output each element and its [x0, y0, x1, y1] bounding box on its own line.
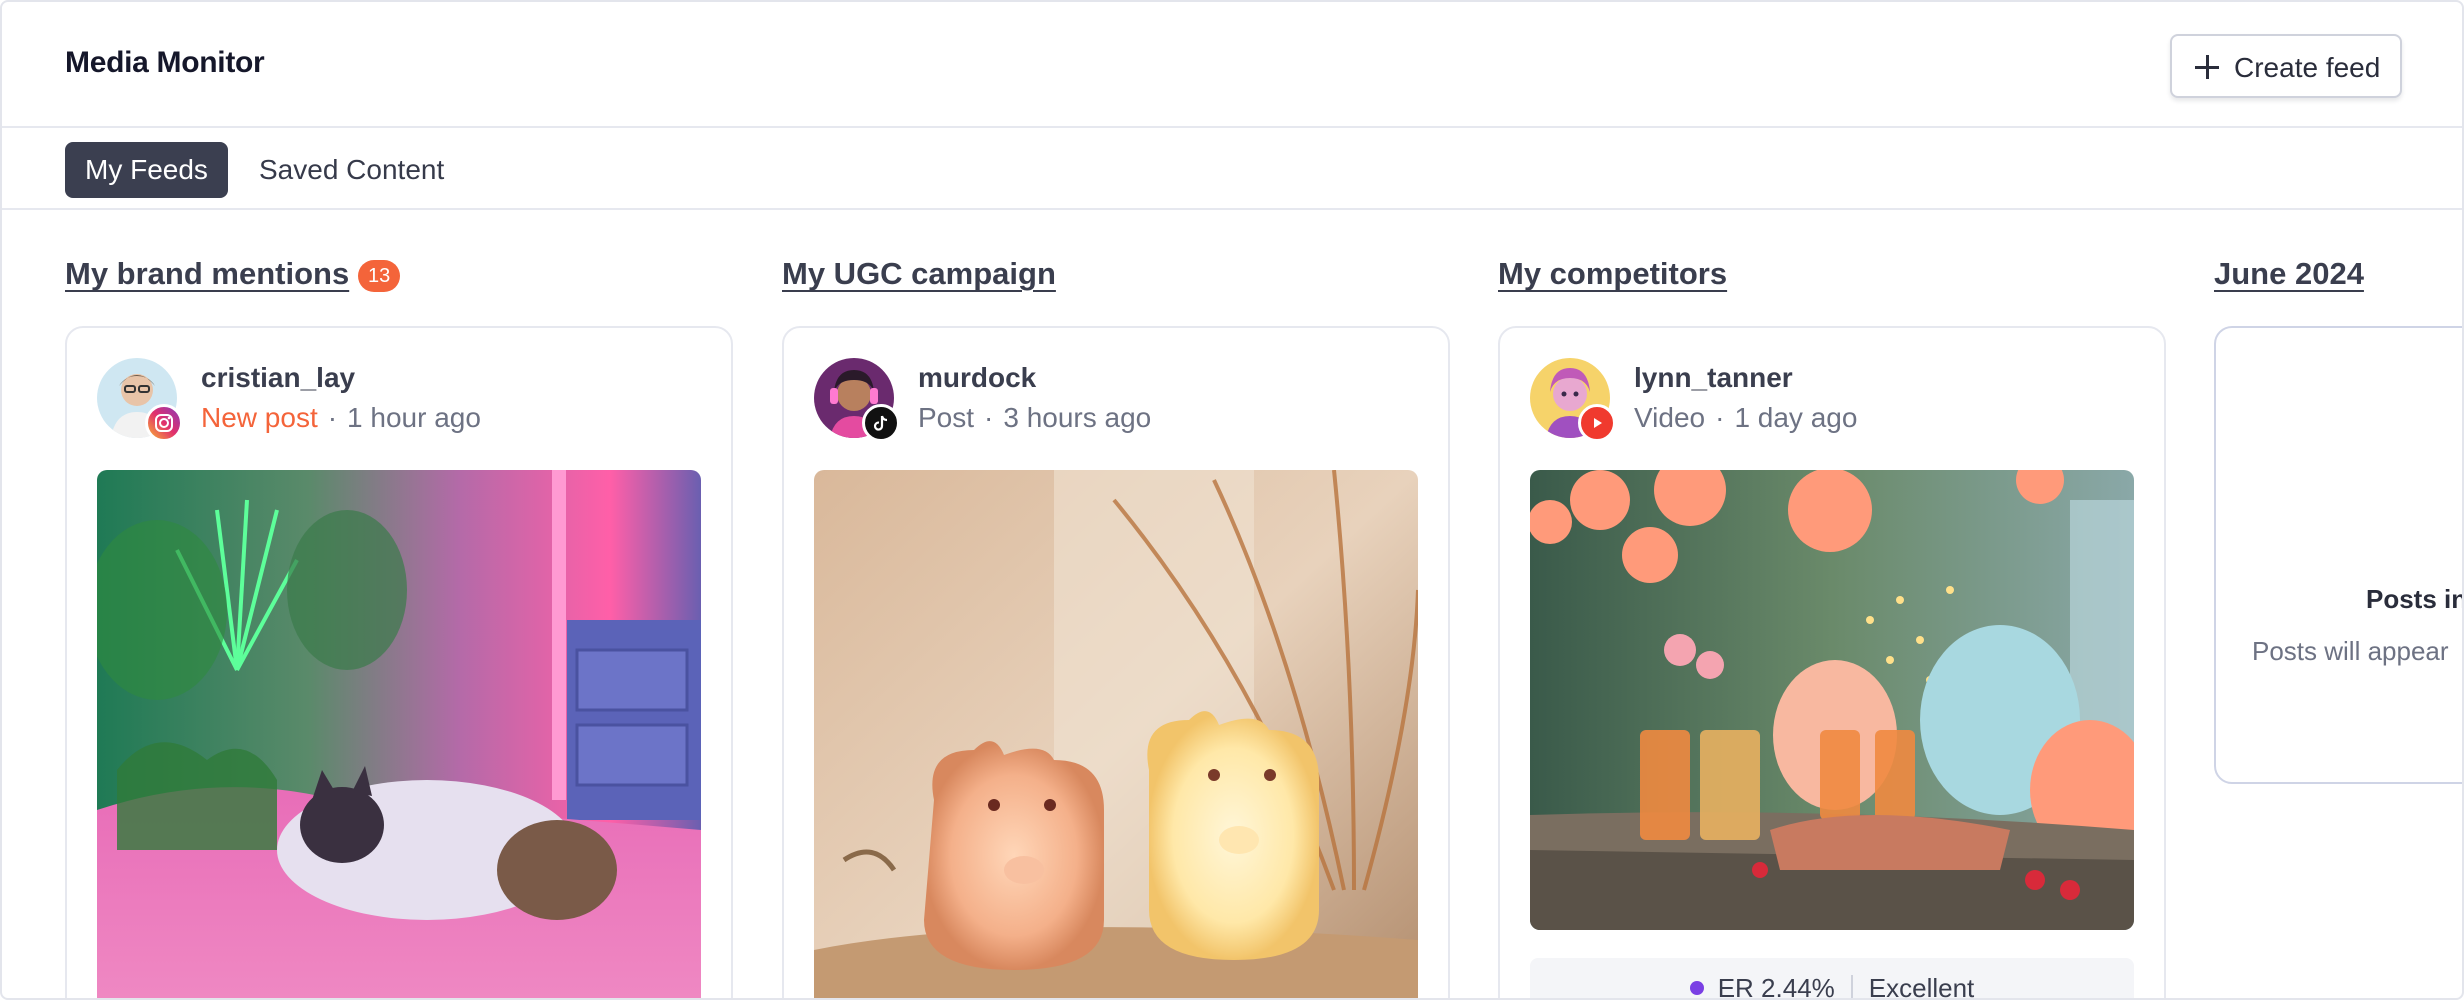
- post-username[interactable]: lynn_tanner: [1634, 362, 1793, 394]
- engagement-separator: [1850, 975, 1853, 998]
- post-time: 3 hours ago: [1003, 402, 1152, 433]
- post-type: Video: [1634, 402, 1706, 433]
- count-badge: 13: [358, 260, 401, 292]
- engagement-bar: ER 2.44% Excellent: [1530, 958, 2134, 1000]
- post-meta: Post · 3 hours ago: [918, 402, 1152, 433]
- plus-icon: [2194, 54, 2220, 80]
- empty-feed-message: Posts will appear: [2252, 636, 2449, 666]
- tab-bar: My Feeds Saved Content: [2, 128, 2462, 210]
- post-meta: New post · 1 hour ago: [201, 402, 481, 433]
- post-meta: Video · 1 day ago: [1634, 402, 1858, 433]
- tab-my-feeds[interactable]: My Feeds: [65, 142, 228, 198]
- youtube-icon: [1578, 404, 1616, 442]
- feed-title-june-2024[interactable]: June 2024: [2214, 256, 2364, 292]
- post-username[interactable]: cristian_lay: [201, 362, 355, 394]
- post-time: 1 hour ago: [347, 402, 481, 433]
- tiktok-icon: [862, 404, 900, 442]
- post-image[interactable]: [97, 470, 701, 998]
- feed-title-competitors[interactable]: My competitors: [1498, 256, 1727, 292]
- create-feed-button[interactable]: Create feed: [2170, 34, 2402, 98]
- post-image[interactable]: [1530, 470, 2134, 930]
- post-card[interactable]: cristian_lay New post · 1 hour ago: [65, 326, 733, 998]
- instagram-icon: [145, 404, 183, 442]
- post-username[interactable]: murdock: [918, 362, 1036, 394]
- tab-saved-content[interactable]: Saved Content: [239, 142, 464, 198]
- post-type: Post: [918, 402, 975, 433]
- engagement-dot: [1689, 981, 1704, 995]
- engagement-rate: ER 2.44%: [1717, 972, 1835, 1000]
- post-card[interactable]: murdock Post · 3 hours ago: [782, 326, 1450, 998]
- post-type: New post: [201, 402, 318, 433]
- app-title: Media Monitor: [65, 46, 265, 79]
- empty-feed-title: Posts in: [2366, 584, 2464, 614]
- post-card[interactable]: lynn_tanner Video · 1 day ago ER 2.44% E…: [1498, 326, 2166, 1000]
- post-time: 1 day ago: [1734, 402, 1858, 433]
- app-window: Media Monitor Create feed My Feeds Saved…: [0, 0, 2464, 1000]
- feed-title-ugc-campaign[interactable]: My UGC campaign: [782, 256, 1056, 292]
- header: Media Monitor Create feed: [2, 2, 2462, 128]
- create-feed-label: Create feed: [2234, 52, 2381, 83]
- post-image[interactable]: [814, 470, 1418, 998]
- empty-feed-card: Posts in Posts will appear: [2214, 326, 2464, 784]
- engagement-quality: Excellent: [1868, 972, 1975, 1000]
- feed-title-brand-mentions[interactable]: My brand mentions: [65, 256, 349, 292]
